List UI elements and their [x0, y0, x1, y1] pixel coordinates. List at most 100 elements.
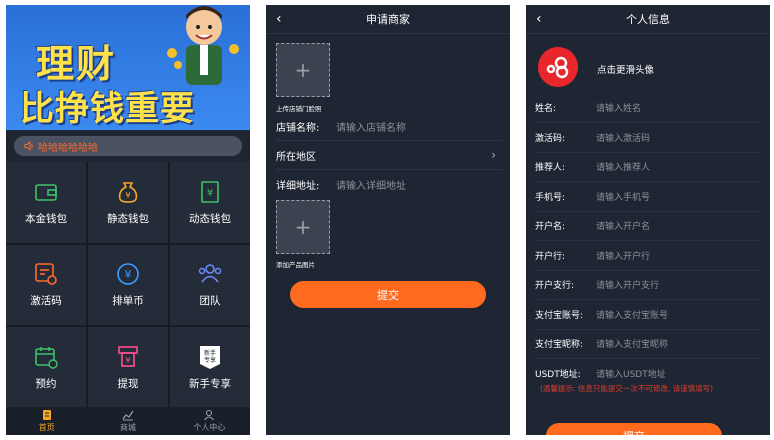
field-label: 支付宝昵称:: [535, 340, 584, 350]
form-row[interactable]: 开户名: 请输入开户名: [535, 211, 761, 241]
form-row[interactable]: 激活码: 请输入激活码: [535, 123, 761, 153]
activation-code-icon: [35, 263, 57, 286]
field-input[interactable]: 请输入USDT地址: [596, 367, 666, 380]
tab-profile[interactable]: 个人中心: [169, 407, 250, 435]
money-bag-icon: ¥: [118, 182, 138, 203]
field-label: 姓名:: [535, 104, 557, 114]
wallet-icon: [35, 184, 57, 201]
shop-name-row[interactable]: 店铺名称: 请输入店铺名称: [276, 112, 502, 141]
header: ‹ 申请商家: [266, 5, 510, 34]
field-input[interactable]: 请输入开户支行: [596, 278, 659, 291]
menu-grid: 本金钱包 ¥ 静态钱包 ¥ 动态钱包 激活码 ¥ 排单币 团队 预约 ¥ 提现: [6, 162, 250, 408]
menu-item-principal-wallet[interactable]: 本金钱包: [6, 162, 86, 243]
menu-item-newbie[interactable]: 新手 专享 新手专享: [170, 327, 250, 408]
promo-banner[interactable]: 理财 比挣钱重要: [6, 5, 250, 130]
product-photo-upload[interactable]: +: [276, 200, 330, 254]
submit-button[interactable]: 提交: [546, 423, 722, 435]
menu-item-label: 团队: [199, 295, 221, 308]
svg-text:专享: 专享: [204, 356, 216, 364]
field-input[interactable]: 请输入支付宝账号: [596, 308, 668, 321]
svg-text:¥: ¥: [125, 268, 132, 281]
tab-label: 个人中心: [193, 423, 226, 432]
newbie-badge-icon: 新手专享: [200, 346, 220, 370]
field-label: 手机号:: [535, 192, 566, 203]
notice-bar[interactable]: 哈哈哈哈哈哈: [14, 136, 242, 156]
yen-card-icon: ¥: [201, 181, 219, 203]
user-icon: [204, 409, 215, 421]
field-input[interactable]: 请输入激活码: [596, 131, 650, 144]
menu-item-label: 本金钱包: [25, 212, 67, 225]
apply-merchant-screen: ‹ 申请商家 + 上传店铺门脸照 店铺名称: 请输入店铺名称 所在地区 › 详细…: [266, 5, 510, 435]
tab-home[interactable]: 首页: [6, 407, 87, 435]
banner-title-line1: 理财: [36, 42, 117, 86]
menu-item-static-wallet[interactable]: ¥ 静态钱包: [88, 162, 168, 243]
address-row[interactable]: 详细地址: 请输入详细地址: [276, 170, 502, 198]
address-input[interactable]: 请输入详细地址: [336, 177, 406, 192]
menu-item-label: 排单币: [112, 295, 144, 308]
calendar-icon: [35, 347, 58, 369]
submit-button[interactable]: 提交: [290, 281, 486, 308]
home-icon: [42, 410, 51, 420]
field-input[interactable]: 请输入推荐人: [596, 160, 650, 173]
field-input[interactable]: 请输入手机号: [596, 190, 650, 203]
back-icon[interactable]: ‹: [536, 11, 542, 27]
menu-item-queue-coin[interactable]: ¥ 排单币: [88, 244, 168, 326]
field-input[interactable]: 请输入支付宝昵称: [596, 337, 668, 350]
tab-mall[interactable]: 商城: [87, 407, 168, 435]
avatar[interactable]: [538, 47, 578, 87]
field-input[interactable]: 请输入开户行: [596, 249, 650, 262]
field-label: 激活码:: [535, 133, 566, 144]
page-title: 个人信息: [626, 13, 670, 26]
yen-coin-icon: ¥: [117, 263, 139, 286]
change-avatar-label[interactable]: 点击更滑头像: [597, 62, 654, 76]
speaker-icon: [24, 141, 33, 151]
field-label: 详细地址:: [276, 180, 320, 192]
field-input[interactable]: 请输入开户名: [596, 219, 650, 232]
field-label: 开户支行:: [535, 281, 575, 291]
notice-text: 哈哈哈哈哈哈: [38, 142, 98, 154]
form-row[interactable]: 开户支行: 请输入开户支行: [535, 270, 761, 300]
menu-item-activation-code[interactable]: 激活码: [6, 244, 86, 326]
form-row[interactable]: 支付宝账号: 请输入支付宝账号: [535, 300, 761, 330]
chevron-right-icon: ›: [491, 148, 496, 162]
form-row[interactable]: 开户行: 请输入开户行: [535, 241, 761, 271]
tab-label: 首页: [38, 423, 55, 432]
banner-title-line2: 比挣钱重要: [20, 89, 195, 129]
warning-text: (温馨提示: 信息只能提交一次不可修改, 请谨慎填写): [540, 384, 714, 393]
field-label: 开户名:: [535, 222, 566, 232]
menu-item-reservation[interactable]: 预约: [6, 327, 86, 408]
shopfront-photo-upload[interactable]: +: [276, 43, 330, 97]
withdraw-icon: ¥: [118, 346, 138, 367]
plus-icon: +: [294, 215, 312, 239]
menu-item-label: 激活码: [30, 295, 62, 308]
bottom-tab-bar: 首页 商城 个人中心: [6, 407, 250, 435]
form-row[interactable]: 手机号: 请输入手机号: [535, 182, 761, 212]
field-label: 所在地区: [276, 151, 316, 163]
menu-item-team[interactable]: 团队: [170, 244, 250, 326]
back-icon[interactable]: ‹: [276, 11, 282, 27]
team-icon: [198, 264, 222, 283]
menu-item-withdraw[interactable]: ¥ 提现: [88, 327, 168, 408]
chart-icon: [122, 410, 134, 421]
home-screen: 理财 比挣钱重要 哈哈哈哈哈哈 本金钱包 ¥ 静态钱包 ¥ 动态钱包 激活码 ¥…: [6, 5, 250, 435]
field-label: 支付宝账号:: [535, 310, 584, 321]
svg-text:¥: ¥: [207, 188, 213, 199]
menu-item-label: 动态钱包: [189, 212, 231, 225]
svg-text:¥: ¥: [125, 356, 130, 365]
menu-item-label: 预约: [35, 378, 57, 391]
plus-icon: +: [294, 58, 312, 82]
svg-text:¥: ¥: [125, 191, 130, 200]
menu-item-dynamic-wallet[interactable]: ¥ 动态钱包: [170, 162, 250, 243]
field-label: 推荐人:: [535, 163, 566, 173]
form-row[interactable]: 姓名: 请输入姓名: [535, 93, 761, 123]
form-row[interactable]: 推荐人: 请输入推荐人: [535, 152, 761, 182]
field-input[interactable]: 请输入姓名: [596, 101, 641, 114]
menu-item-label: 新手专享: [189, 378, 231, 391]
shop-name-input[interactable]: 请输入店铺名称: [336, 119, 406, 134]
region-row[interactable]: 所在地区 ›: [276, 141, 502, 170]
personal-info-screen: ‹ 个人信息 点击更滑头像 姓名: 请输入姓名激活码: 请输入激活码推荐人: 请输入推…: [526, 5, 770, 435]
upload-caption: 添加产品图片: [276, 261, 315, 269]
menu-item-label: 静态钱包: [107, 212, 149, 225]
form-row[interactable]: 支付宝昵称: 请输入支付宝昵称: [535, 329, 761, 359]
menu-item-label: 提现: [117, 378, 139, 391]
